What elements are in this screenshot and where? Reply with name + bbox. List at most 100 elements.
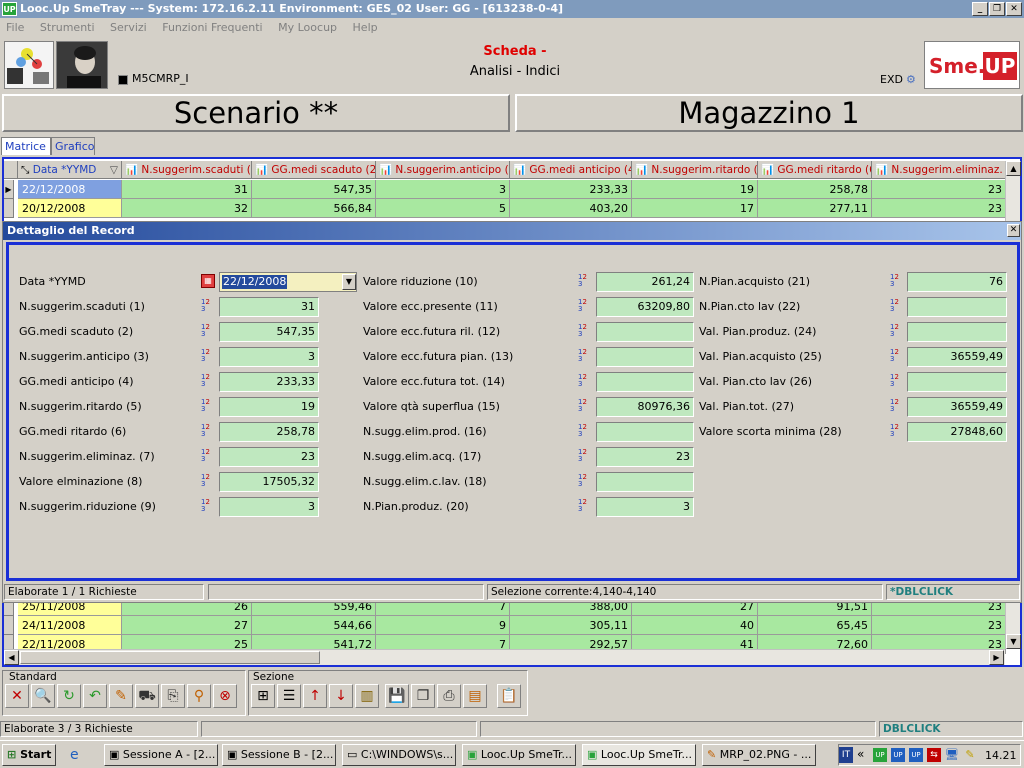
field-value[interactable]: 31 (219, 297, 319, 317)
column-header-5[interactable]: 📊 N.suggerim.ritardo (5) (632, 161, 758, 179)
column-header-6[interactable]: 📊 GG.medi ritardo (6) (758, 161, 872, 179)
refresh-icon[interactable]: ↻ (57, 684, 81, 708)
pen-tray-icon[interactable]: ✎ (963, 748, 977, 762)
loocup-tray-icon[interactable]: UP (909, 748, 923, 762)
stop-icon[interactable]: ⊗ (213, 684, 237, 708)
language-indicator[interactable]: IT (839, 747, 853, 763)
row-selector-current[interactable]: ▶ (4, 180, 14, 199)
menu-strumenti[interactable]: Strumenti (40, 21, 95, 34)
tree-icon[interactable]: ⊞ (251, 684, 275, 708)
menu-file[interactable]: File (6, 21, 24, 34)
task-loocup-1[interactable]: ▣ Looc.Up SmeTr... (462, 744, 576, 766)
network-tray-icon[interactable]: ⇆ (927, 748, 941, 762)
field-value[interactable]: 258,78 (219, 422, 319, 442)
table-cell[interactable]: 9 (376, 616, 510, 635)
loocup-tray-icon[interactable]: UP (873, 748, 887, 762)
close-icon[interactable]: ✕ (5, 684, 29, 708)
field-value[interactable]: 36559,49 (907, 397, 1007, 417)
back-icon[interactable]: ↶ (83, 684, 107, 708)
table-cell[interactable]: 305,11 (510, 616, 632, 635)
table-cell[interactable]: 566,84 (252, 199, 376, 218)
menu-servizi[interactable]: Servizi (110, 21, 147, 34)
field-value[interactable]: 23 (596, 447, 694, 467)
network-icon[interactable]: ⚙ (906, 73, 916, 86)
column-header-2[interactable]: 📊 GG.medi scaduto (2) (252, 161, 376, 179)
column-header-4[interactable]: 📊 GG.medi anticipo (4) (510, 161, 632, 179)
internet-explorer-icon[interactable]: e (70, 747, 79, 763)
menu-help[interactable]: Help (353, 21, 378, 34)
scroll-left-icon[interactable]: ◀ (4, 650, 19, 665)
task-paint[interactable]: ✎ MRP_02.PNG - ... (702, 744, 816, 766)
tray-expand-icon[interactable]: « (857, 747, 864, 761)
field-value[interactable]: 63209,80 (596, 297, 694, 317)
table-cell[interactable]: 17 (632, 199, 758, 218)
loocup-tray-icon[interactable]: UP (891, 748, 905, 762)
table-cell[interactable]: 40 (632, 616, 758, 635)
export-icon[interactable]: ⎘ (161, 684, 185, 708)
up-arrow-icon[interactable]: ↑ (303, 684, 327, 708)
field-value[interactable] (596, 347, 694, 367)
field-value[interactable]: 23 (219, 447, 319, 467)
scroll-up-icon[interactable]: ▲ (1006, 161, 1021, 176)
menu-my-loocup[interactable]: My Loocup (278, 21, 337, 34)
table-cell[interactable]: 19 (632, 180, 758, 199)
table-cell[interactable]: 5 (376, 199, 510, 218)
field-value[interactable]: 76 (907, 272, 1007, 292)
row-selector[interactable] (4, 616, 14, 635)
table-cell[interactable]: 23 (872, 180, 1006, 199)
dropdown-arrow-icon[interactable]: ▼ (342, 274, 356, 290)
table-cell[interactable]: 20/12/2008 (18, 199, 122, 218)
zoom-icon[interactable]: ⚲ (187, 684, 211, 708)
field-value[interactable]: 3 (219, 347, 319, 367)
column-header-1[interactable]: 📊 N.suggerim.scaduti (1) (122, 161, 252, 179)
columns-icon[interactable]: ▥ (355, 684, 379, 708)
table-cell[interactable]: 22/12/2008 (18, 180, 122, 199)
field-value[interactable]: 17505,32 (219, 472, 319, 492)
field-value[interactable]: 27848,60 (907, 422, 1007, 442)
menu-funzioni-frequenti[interactable]: Funzioni Frequenti (162, 21, 262, 34)
date-field[interactable]: 22/12/2008 ▼ (219, 272, 357, 292)
paste-icon[interactable]: 📋 (497, 684, 521, 708)
horizontal-scrollbar[interactable]: ◀ ▶ (4, 649, 1005, 665)
table-cell[interactable]: 24/11/2008 (18, 616, 122, 635)
edit-icon[interactable]: ✎ (109, 684, 133, 708)
task-sessione-b[interactable]: ▣ Sessione B - [2... (222, 744, 336, 766)
field-value[interactable]: 3 (219, 497, 319, 517)
close-window-button[interactable]: ✕ (1006, 2, 1022, 16)
field-value[interactable]: 3 (596, 497, 694, 517)
cart-icon[interactable]: ⛟ (135, 684, 159, 708)
field-value[interactable]: 36559,49 (907, 347, 1007, 367)
field-value[interactable]: 233,33 (219, 372, 319, 392)
print-preview-icon[interactable]: ⎙ (437, 684, 461, 708)
task-windows-folder[interactable]: ▭ C:\WINDOWS\s... (342, 744, 456, 766)
table-cell[interactable]: 32 (122, 199, 252, 218)
field-value[interactable] (596, 372, 694, 392)
table-cell[interactable]: 403,20 (510, 199, 632, 218)
field-value[interactable] (907, 372, 1007, 392)
table-cell[interactable]: 277,11 (758, 199, 872, 218)
field-value[interactable] (907, 297, 1007, 317)
table-cell[interactable]: 3 (376, 180, 510, 199)
field-value[interactable]: 261,24 (596, 272, 694, 292)
table-cell[interactable]: 23 (872, 616, 1006, 635)
save-icon[interactable]: 💾 (385, 684, 409, 708)
table-cell[interactable]: 23 (872, 199, 1006, 218)
table-cell[interactable]: 65,45 (758, 616, 872, 635)
scroll-thumb[interactable] (20, 651, 320, 664)
dialog-close-icon[interactable]: ✕ (1007, 224, 1020, 237)
field-value[interactable] (907, 322, 1007, 342)
table-cell[interactable]: 27 (122, 616, 252, 635)
maximize-button[interactable]: ❐ (989, 2, 1005, 16)
field-value[interactable]: 80976,36 (596, 397, 694, 417)
scroll-right-icon[interactable]: ▶ (989, 650, 1004, 665)
row-selector[interactable] (4, 199, 14, 218)
list-icon[interactable]: ☰ (277, 684, 301, 708)
field-value[interactable] (596, 422, 694, 442)
start-button[interactable]: ⊞ Start (2, 744, 56, 766)
tab-matrice[interactable]: Matrice (1, 137, 51, 155)
calendar-icon[interactable]: ▦ (201, 274, 215, 288)
filter-icon[interactable]: ▽ (110, 161, 118, 178)
column-header-date[interactable]: ⤡ Data *YYMD ▽ (18, 161, 122, 179)
column-header-3[interactable]: 📊 N.suggerim.anticipo (3) (376, 161, 510, 179)
monitor-tray-icon[interactable]: 🖥 (945, 748, 959, 762)
